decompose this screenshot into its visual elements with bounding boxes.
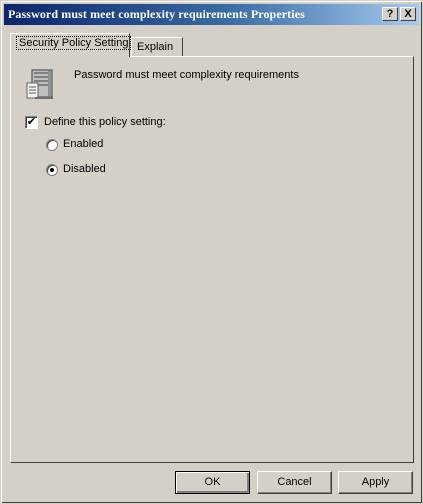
tab-explain[interactable]: Explain	[131, 37, 183, 56]
tab-label: Explain	[137, 41, 174, 53]
ok-button[interactable]: OK	[175, 471, 250, 494]
enabled-radio[interactable]	[46, 139, 58, 151]
apply-button[interactable]: Apply	[338, 471, 413, 494]
cancel-button[interactable]: Cancel	[257, 471, 332, 494]
title-bar[interactable]: Password must meet complexity requiremen…	[4, 4, 419, 25]
tab-security-policy-setting[interactable]: Security Policy Setting	[10, 33, 132, 57]
close-button[interactable]: X	[400, 7, 416, 21]
radio-selected-dot	[50, 168, 54, 172]
disabled-radio[interactable]	[46, 164, 58, 176]
enabled-label[interactable]: Enabled	[63, 138, 103, 150]
policy-name: Password must meet complexity requiremen…	[74, 69, 299, 81]
disabled-label[interactable]: Disabled	[63, 163, 106, 175]
tab-panel: Password must meet complexity requiremen…	[10, 56, 414, 463]
window-title: Password must meet complexity requiremen…	[8, 7, 305, 21]
properties-dialog: Password must meet complexity requiremen…	[0, 0, 423, 504]
tab-label: Security Policy Setting	[16, 36, 132, 50]
define-policy-checkbox[interactable]: ✔	[25, 116, 38, 129]
define-policy-label[interactable]: Define this policy setting:	[44, 116, 166, 128]
help-button[interactable]: ?	[382, 7, 398, 21]
server-policy-icon	[26, 69, 53, 99]
